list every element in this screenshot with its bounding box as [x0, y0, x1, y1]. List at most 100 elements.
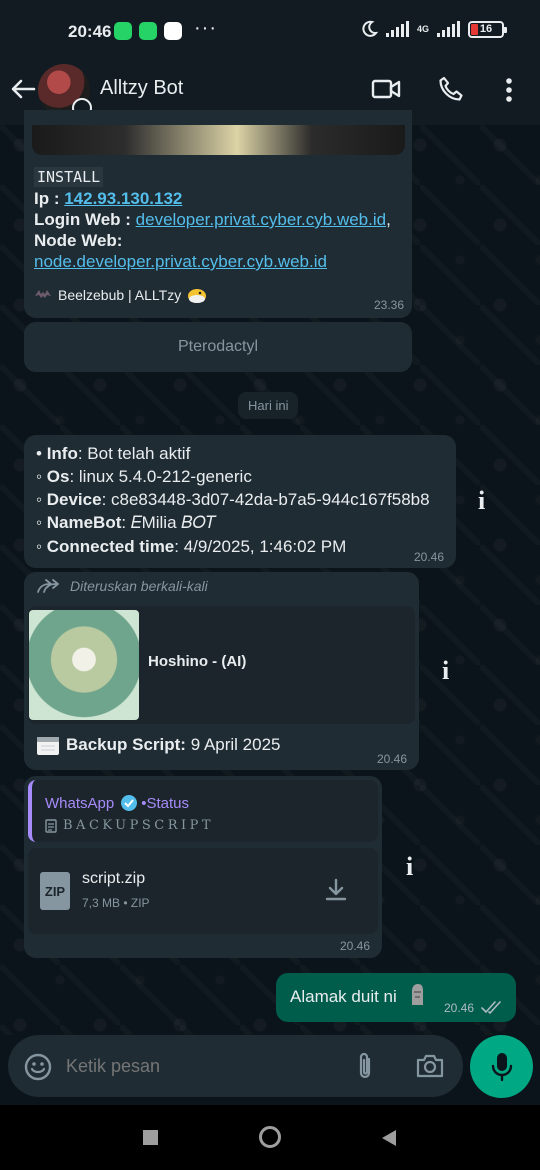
device-line: ◦ Device: c8e83448-3d07-42da-b7a5-944c16…	[36, 490, 430, 510]
node-label: Node Web:	[34, 231, 123, 250]
device-key: Device	[46, 490, 102, 509]
back-nav-icon[interactable]	[380, 1128, 398, 1148]
message-time: 23.36	[373, 298, 404, 312]
namebot-key: NameBot	[46, 513, 122, 532]
message-composer	[8, 1035, 463, 1097]
ip-line: Ip : 142.93.130.132	[34, 189, 182, 209]
info-value: : Bot telah aktif	[77, 444, 191, 463]
namebot-value: : 𝐸Milia 𝐵𝑂𝑇	[121, 513, 217, 532]
card-title: Hoshino - (AI)	[148, 653, 247, 670]
quote-header: WhatsApp • Status	[45, 794, 189, 812]
attach-icon[interactable]	[355, 1051, 375, 1081]
info-icon[interactable]: i	[478, 486, 485, 516]
signal-icon	[385, 21, 409, 37]
bullet: ◦	[36, 513, 47, 532]
bullet: ◦	[36, 467, 47, 486]
login-suffix: ,	[386, 210, 391, 229]
chick-emoji-icon	[188, 289, 207, 303]
ip-link[interactable]: 142.93.130.132	[64, 189, 182, 208]
status-bar: 20:46 ··· 4G 16	[0, 0, 540, 60]
message-image-preview	[32, 125, 405, 155]
message-outgoing[interactable]: Alamak duit ni 20.46	[276, 973, 516, 1022]
install-code-label: INSTALL	[34, 167, 104, 187]
info-line: • Info: Bot telah aktif	[36, 444, 190, 464]
connected-key: Connected time	[46, 537, 175, 556]
message-time: 20.46	[444, 1001, 475, 1015]
bat-emoji-icon	[35, 290, 51, 298]
network-type: 4G	[416, 24, 429, 34]
read-receipt-icon	[481, 1001, 501, 1014]
download-icon[interactable]	[324, 878, 348, 902]
message-time: 20.46	[413, 550, 444, 564]
link-card[interactable]: Hoshino - (AI)	[28, 606, 415, 724]
os-line: ◦ Os: linux 5.4.0-212-generic	[36, 467, 252, 487]
whatsapp-icon	[114, 22, 132, 40]
message-time: 20.46	[376, 752, 407, 766]
quoted-status[interactable]: WhatsApp • Status BACKUPSCRIPT	[28, 780, 378, 842]
video-call-icon[interactable]	[371, 78, 401, 100]
login-line: Login Web : developer.privat.cyber.cyb.w…	[34, 210, 391, 230]
file-name: script.zip	[82, 870, 146, 887]
camera-icon[interactable]	[415, 1053, 445, 1079]
moai-emoji-icon	[412, 984, 423, 1005]
forwarded-many-icon	[37, 579, 59, 593]
system-nav-bar	[0, 1105, 540, 1170]
device-value: : c8e83448-3d07-42da-b7a5-944c167f58b8	[101, 490, 430, 509]
file-meta: 7,3 MB • ZIP	[82, 896, 150, 910]
mic-icon	[491, 1053, 513, 1082]
message-time: 20.46	[339, 939, 370, 953]
node-line: Node Web:	[34, 231, 122, 251]
mic-button[interactable]	[470, 1035, 533, 1098]
date-divider: Hari ini	[238, 392, 299, 419]
node-link[interactable]: node.developer.privat.cyber.cyb.web.id	[34, 252, 327, 271]
info-icon[interactable]: i	[442, 656, 449, 686]
emoji-icon[interactable]	[24, 1053, 52, 1081]
login-label: Login Web :	[34, 210, 136, 229]
battery-icon: 16	[468, 20, 507, 38]
forwarded-header: Diteruskan berkali-kali	[36, 578, 208, 594]
quote-text: BACKUPSCRIPT	[63, 818, 215, 833]
bullet: •	[36, 444, 47, 463]
footer-text: Beelzebub | ALLTzy	[58, 287, 182, 303]
os-value: : linux 5.4.0-212-generic	[69, 467, 252, 486]
calendar-emoji-icon	[37, 737, 59, 755]
document-icon	[45, 818, 57, 833]
quote-body: BACKUPSCRIPT	[45, 818, 214, 833]
chat-title[interactable]: Alltzy Bot	[100, 77, 183, 100]
more-vertical-icon[interactable]	[505, 77, 513, 103]
recents-icon[interactable]	[143, 1130, 158, 1145]
message-input[interactable]	[66, 1051, 336, 1081]
back-arrow-icon[interactable]	[10, 78, 36, 100]
zip-badge: ZIP	[44, 884, 66, 899]
backup-line: Backup Script: 9 April 2025	[36, 734, 281, 756]
signal-icon-2	[437, 21, 460, 37]
file-attachment[interactable]: ZIP script.zip 7,3 MB • ZIP	[28, 848, 378, 934]
message-install[interactable]: INSTALL Ip : 142.93.130.132 Login Web : …	[24, 110, 412, 318]
verified-badge-icon	[121, 795, 138, 811]
os-key: Os	[46, 467, 70, 486]
card-thumbnail	[29, 610, 139, 720]
message-bot-info[interactable]: • Info: Bot telah aktif ◦ Os: linux 5.4.…	[24, 435, 456, 568]
message-footer: Beelzebub | ALLTzy	[34, 286, 207, 304]
google-icon	[164, 22, 182, 40]
status-time: 20:46	[68, 22, 112, 41]
zip-file-icon: ZIP	[40, 872, 70, 910]
battery-level: 16	[479, 22, 493, 35]
connected-line: ◦ Connected time: 4/9/2025, 1:46:02 PM	[36, 537, 346, 557]
home-icon[interactable]	[259, 1126, 281, 1148]
moon-icon	[362, 20, 378, 37]
message-forwarded[interactable]: Diteruskan berkali-kali Hoshino - (AI) B…	[24, 572, 419, 770]
ip-label: Ip :	[34, 189, 65, 208]
bullet: ◦	[36, 537, 47, 556]
backup-value: 9 April 2025	[185, 735, 281, 754]
backup-key: Backup Script:	[66, 735, 186, 754]
pterodactyl-label: Pterodactyl	[177, 338, 259, 355]
forwarded-label: Diteruskan berkali-kali	[70, 578, 208, 594]
login-link[interactable]: developer.privat.cyber.cyb.web.id	[136, 210, 386, 229]
phone-icon[interactable]	[438, 76, 464, 102]
pterodactyl-button[interactable]: Pterodactyl	[24, 322, 412, 372]
info-icon[interactable]: i	[406, 852, 413, 882]
message-file[interactable]: WhatsApp • Status BACKUPSCRIPT ZIP scrip…	[24, 776, 382, 958]
node-link-line: node.developer.privat.cyber.cyb.web.id	[34, 252, 327, 272]
whatsapp-business-icon	[139, 22, 157, 40]
